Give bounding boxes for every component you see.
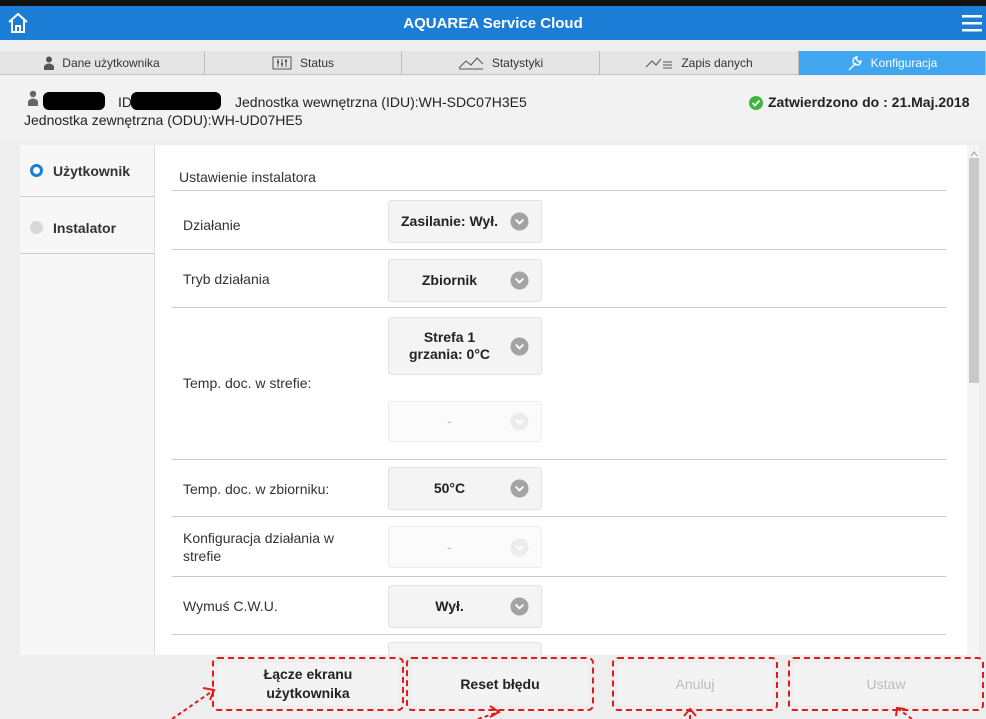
app-title: AQUAREA Service Cloud <box>403 15 583 32</box>
zone2-temp-select: - <box>388 401 542 442</box>
approval-date: Zatwierdzono do : 21.Maj.2018 <box>768 94 970 110</box>
button-label: Ustaw <box>866 675 906 692</box>
tab-label: Zapis danych <box>681 56 753 70</box>
tab-bar: Dane użytkownika Status Statystyki Zapis… <box>0 51 986 75</box>
tab-label: Status <box>299 56 335 70</box>
outdoor-unit-info: Jednostka zewnętrzna (ODU):WH-UD07HE5 <box>24 112 303 128</box>
id-label: ID <box>118 94 132 110</box>
tab-label: Konfiguracja <box>870 56 938 70</box>
operation-select[interactable]: Zasilanie: Wył. <box>388 200 542 243</box>
select-value: 50°C <box>433 480 466 496</box>
radio-unselected-icon <box>30 221 43 234</box>
select-value: Zasilanie: Wył. <box>401 213 498 229</box>
nav-item-user[interactable]: Użytkownik <box>20 145 154 197</box>
mode-select[interactable]: Zbiornik <box>388 259 542 302</box>
tab-status[interactable]: Status <box>205 51 402 75</box>
select-value: Strefa 1 grzania: 0°C <box>408 329 491 362</box>
hamburger-menu-icon[interactable] <box>960 12 984 34</box>
installer-settings-panel: Ustawienie instalatora Działanie Zasilan… <box>154 145 978 655</box>
tab-data-log[interactable]: Zapis danych <box>600 51 799 75</box>
zone1-temp-select[interactable]: Strefa 1 grzania: 0°C <box>388 317 542 375</box>
select-value: - <box>447 413 452 429</box>
scrollbar-thumb[interactable] <box>969 158 979 383</box>
button-label: Anuluj <box>675 675 715 692</box>
chevron-down-icon <box>510 212 529 231</box>
next-row-select-partial[interactable] <box>388 642 542 655</box>
chevron-down-icon <box>510 479 529 498</box>
row-label-force-dhw: Wymuś C.W.U. <box>183 598 278 614</box>
divider <box>172 516 946 517</box>
divider <box>172 307 946 308</box>
select-value: Zbiornik <box>421 272 478 288</box>
settings-nav: Użytkownik Instalator <box>20 145 154 655</box>
tab-statistics[interactable]: Statystyki <box>402 51 600 75</box>
section-title: Ustawienie instalatora <box>179 169 316 185</box>
chevron-down-icon <box>510 537 529 557</box>
wrench-icon <box>847 55 863 71</box>
tab-user-data[interactable]: Dane użytkownika <box>0 51 205 75</box>
radio-selected-icon <box>30 164 43 177</box>
chevron-down-icon <box>510 336 529 356</box>
button-label: Reset błędu <box>460 675 540 692</box>
scroll-up-arrow-icon[interactable] <box>969 146 979 157</box>
unit-info-bar: ID Jednostka wewnętrzna (IDU):WH-SDC07H3… <box>0 76 986 140</box>
app-header: AQUAREA Service Cloud <box>0 6 986 40</box>
chevron-down-icon <box>510 271 529 290</box>
tab-configuration[interactable]: Konfiguracja <box>799 51 986 75</box>
nav-item-installer[interactable]: Instalator <box>20 202 154 254</box>
data-log-icon <box>645 56 673 70</box>
row-label-zone-temp: Temp. doc. w strefie: <box>183 375 312 391</box>
cancel-button[interactable]: Anuluj <box>612 657 778 711</box>
nav-item-label: Użytkownik <box>53 162 131 179</box>
person-icon <box>28 90 38 109</box>
row-label-operation: Działanie <box>183 217 241 233</box>
select-value: Wył. <box>435 598 464 614</box>
force-dhw-select[interactable]: Wył. <box>388 585 542 628</box>
divider <box>172 459 946 460</box>
set-button[interactable]: Ustaw <box>788 657 984 711</box>
tab-label: Dane użytkownika <box>62 56 160 70</box>
user-screen-link-button[interactable]: Łącze ekranu użytkownika <box>212 657 404 711</box>
nav-item-label: Instalator <box>53 219 117 236</box>
annotation-arrow <box>477 711 500 719</box>
button-label: Łącze ekranu użytkownika <box>263 666 353 701</box>
select-value: - <box>447 538 452 555</box>
chevron-down-icon <box>510 597 529 616</box>
chevron-down-icon <box>510 412 529 431</box>
tank-temp-select[interactable]: 50°C <box>388 467 542 510</box>
redacted-id <box>131 92 221 110</box>
zone-config-select: - <box>388 526 542 568</box>
divider <box>172 190 946 191</box>
row-label-zone-config: Konfiguracja działania w strefie <box>183 530 334 564</box>
divider <box>172 576 946 577</box>
row-label-mode: Tryb działania <box>183 271 270 287</box>
tab-label: Statystyki <box>491 56 544 70</box>
row-label-tank-temp: Temp. doc. w zbiorniku: <box>183 481 330 497</box>
person-icon <box>44 56 55 70</box>
redacted-username <box>43 92 105 110</box>
divider <box>172 634 946 635</box>
status-icon <box>272 56 292 70</box>
divider <box>172 249 946 250</box>
approved-check-icon <box>748 95 764 111</box>
reset-error-button[interactable]: Reset błędu <box>406 657 594 711</box>
chart-icon <box>458 56 484 70</box>
annotation-arrow <box>171 689 215 719</box>
indoor-unit-info: Jednostka wewnętrzna (IDU):WH-SDC07H3E5 <box>235 94 527 110</box>
